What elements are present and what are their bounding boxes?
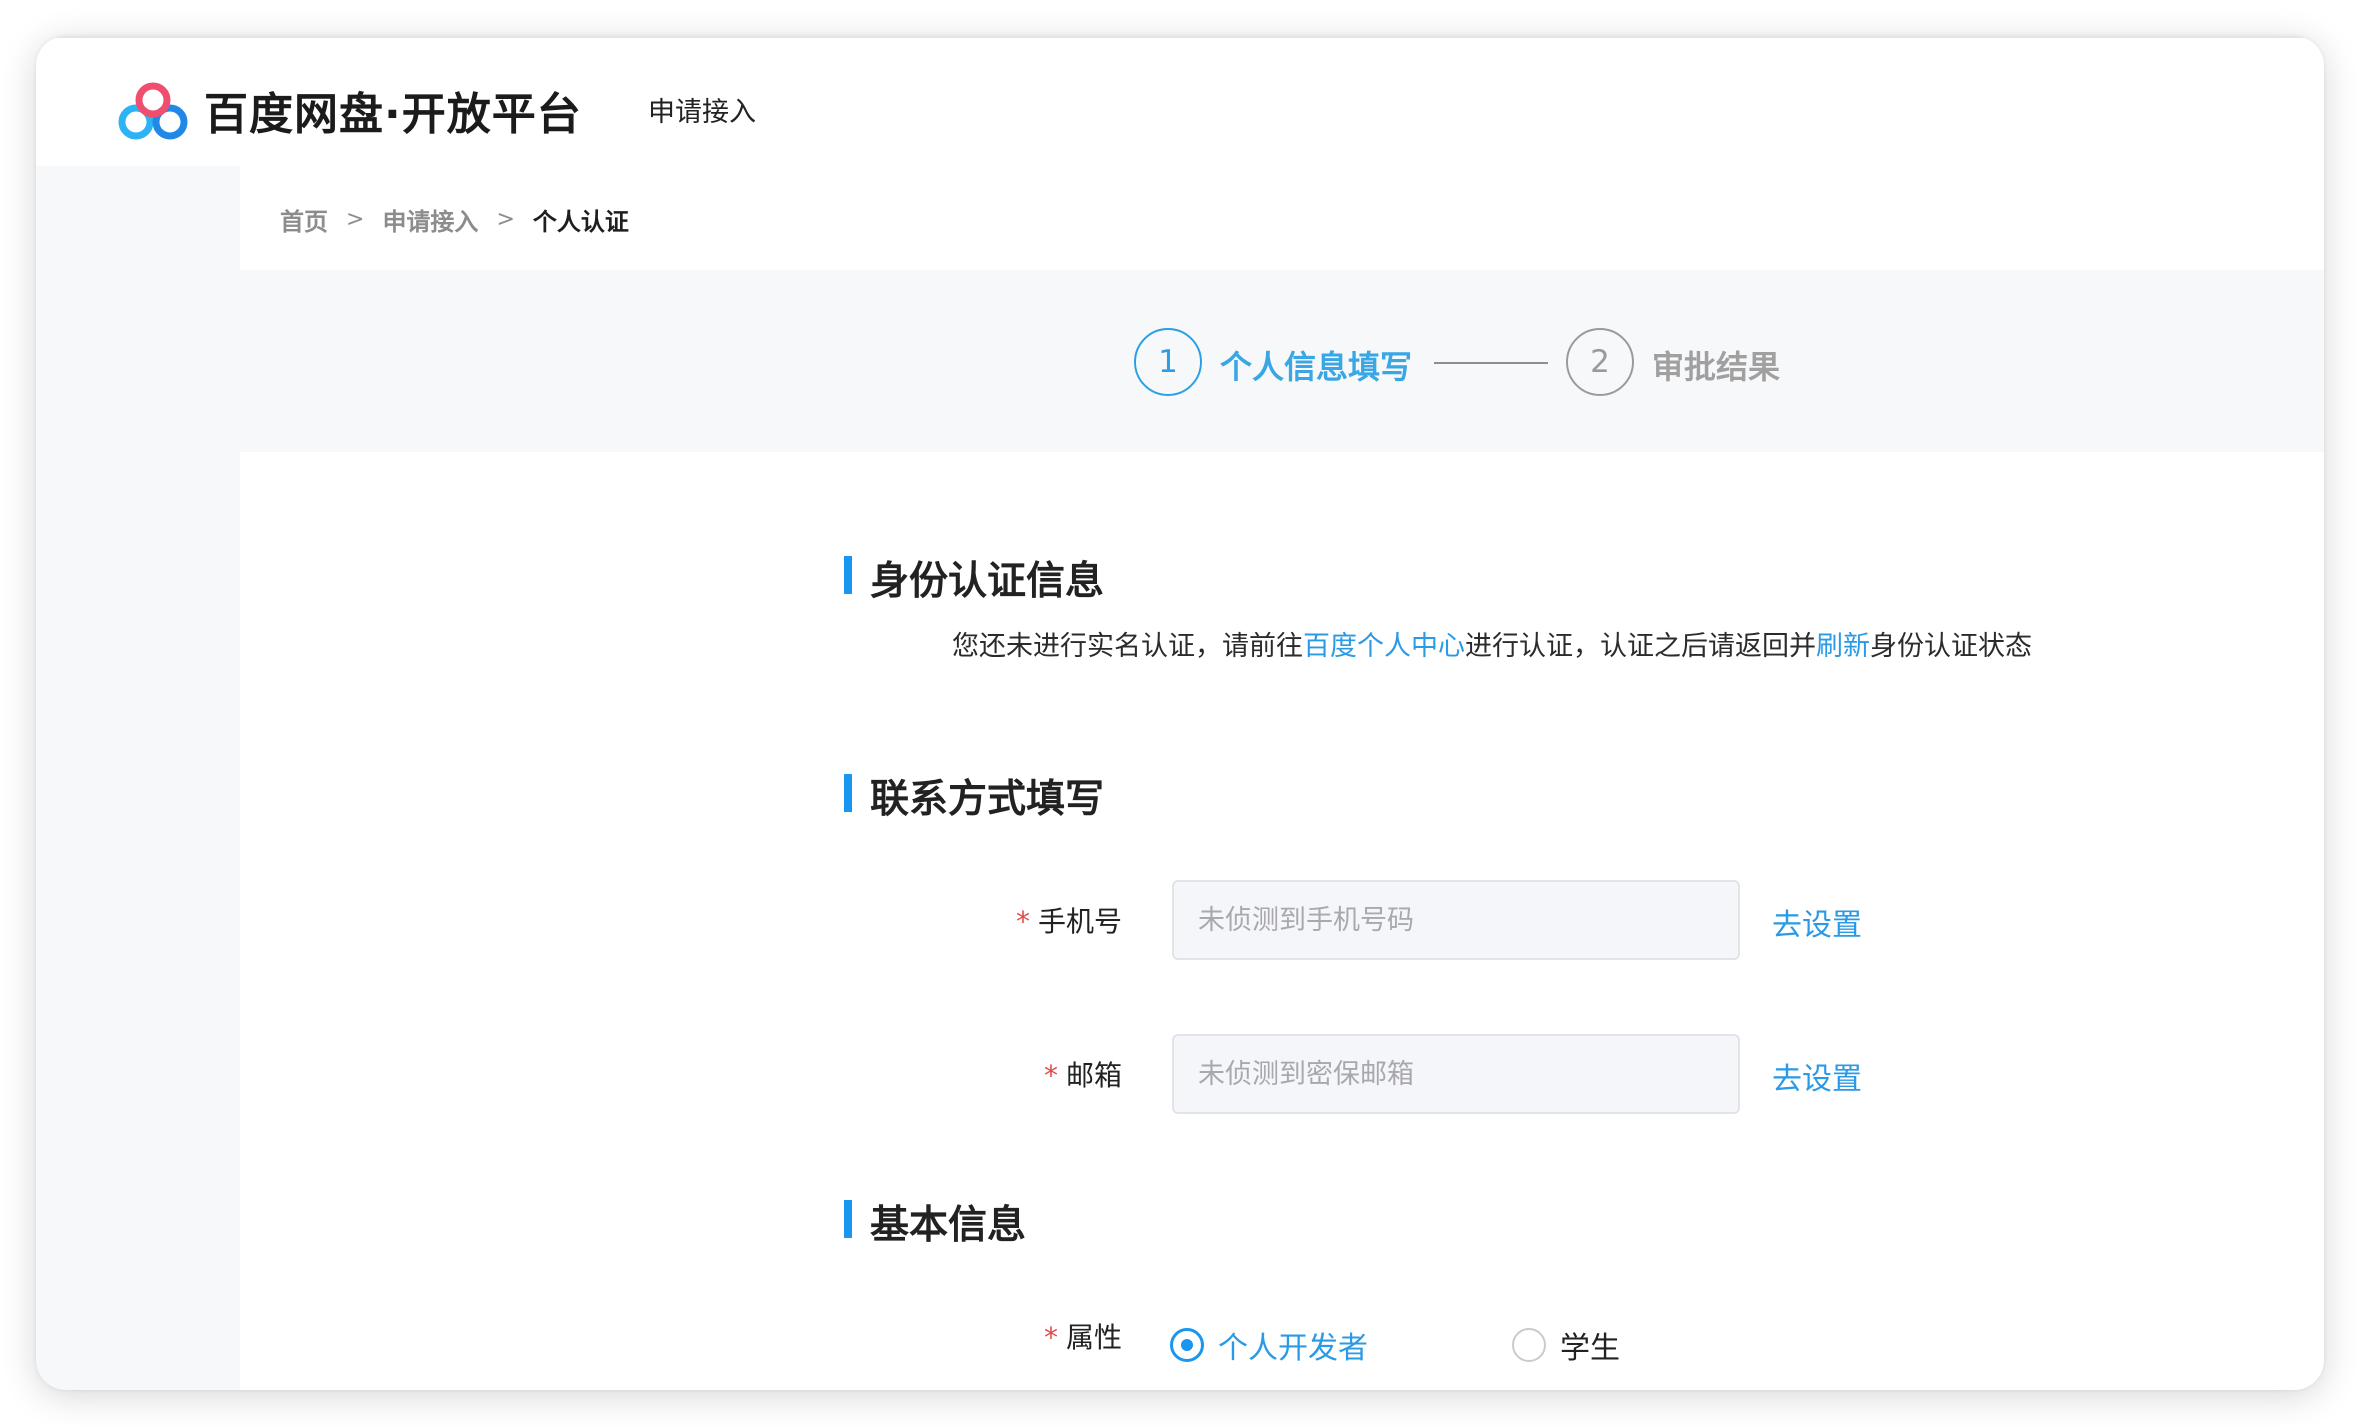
email-label: * 邮箱 (1044, 1054, 1122, 1094)
section-title-identity: 身份认证信息 (844, 550, 1104, 606)
step-number-circle: 2 (1566, 328, 1634, 396)
step-number-circle: 1 (1134, 328, 1202, 396)
required-mark: * (1016, 905, 1030, 938)
radio-checked-icon[interactable] (1170, 1328, 1204, 1362)
radio-label[interactable]: 学生 (1560, 1323, 1620, 1367)
email-set-link[interactable]: 去设置 (1772, 1054, 1862, 1098)
email-label-text: 邮箱 (1066, 1059, 1123, 1092)
brand-title[interactable]: 百度网盘·开放平台 (204, 78, 582, 142)
required-mark: * (1044, 1059, 1058, 1092)
breadcrumb-bar: 首页 > 申请接入 > 个人认证 (240, 166, 2324, 270)
attribute-label: * 属性 (1044, 1316, 1122, 1356)
radio-student[interactable]: 学生 (1512, 1323, 1620, 1367)
breadcrumb: 首页 > 申请接入 > 个人认证 (280, 202, 629, 237)
phone-set-link[interactable]: 去设置 (1772, 900, 1862, 944)
breadcrumb-separator: > (496, 207, 515, 232)
breadcrumb-separator: > (346, 207, 365, 232)
steps-indicator: 1 个人信息填写 2 审批结果 (240, 270, 2324, 452)
notice-text: 进行认证，认证之后请返回并 (1465, 631, 1816, 662)
app-window: 百度网盘·开放平台 申请接入 首页 > 申请接入 > 个人认证 1 个人信息填写… (36, 36, 2324, 1390)
notice-text: 身份认证状态 (1870, 631, 2032, 662)
step-connector (1434, 362, 1548, 364)
phone-label: * 手机号 (1016, 900, 1122, 940)
notice-text: 您还未进行实名认证，请前往 (952, 631, 1303, 662)
breadcrumb-home[interactable]: 首页 (280, 202, 328, 237)
phone-input[interactable] (1172, 880, 1740, 960)
baidu-personal-center-link[interactable]: 百度个人中心 (1303, 631, 1465, 662)
top-navbar: 百度网盘·开放平台 申请接入 (36, 36, 2324, 166)
required-mark: * (1044, 1321, 1058, 1354)
email-input[interactable] (1172, 1034, 1740, 1114)
identity-notice: 您还未进行实名认证，请前往百度个人中心进行认证，认证之后请返回并刷新身份认证状态 (952, 624, 2032, 663)
step-label: 审批结果 (1652, 348, 1781, 386)
nav-apply-access[interactable]: 申请接入 (648, 90, 756, 129)
breadcrumb-current: 个人认证 (532, 208, 629, 236)
breadcrumb-apply[interactable]: 申请接入 (382, 202, 478, 237)
phone-label-text: 手机号 (1038, 905, 1123, 938)
step-label: 个人信息填写 (1220, 348, 1413, 386)
section-title-contact: 联系方式填写 (844, 768, 1104, 824)
radio-individual-developer[interactable]: 个人开发者 (1170, 1323, 1368, 1367)
radio-label[interactable]: 个人开发者 (1218, 1323, 1368, 1367)
refresh-link[interactable]: 刷新 (1816, 631, 1870, 662)
attribute-label-text: 属性 (1066, 1321, 1123, 1354)
section-title-basic: 基本信息 (844, 1194, 1026, 1250)
baidu-netdisk-logo-icon[interactable] (118, 80, 190, 142)
form-content: 身份认证信息 您还未进行实名认证，请前往百度个人中心进行认证，认证之后请返回并刷… (240, 452, 2324, 1390)
radio-unchecked-icon[interactable] (1512, 1328, 1546, 1362)
